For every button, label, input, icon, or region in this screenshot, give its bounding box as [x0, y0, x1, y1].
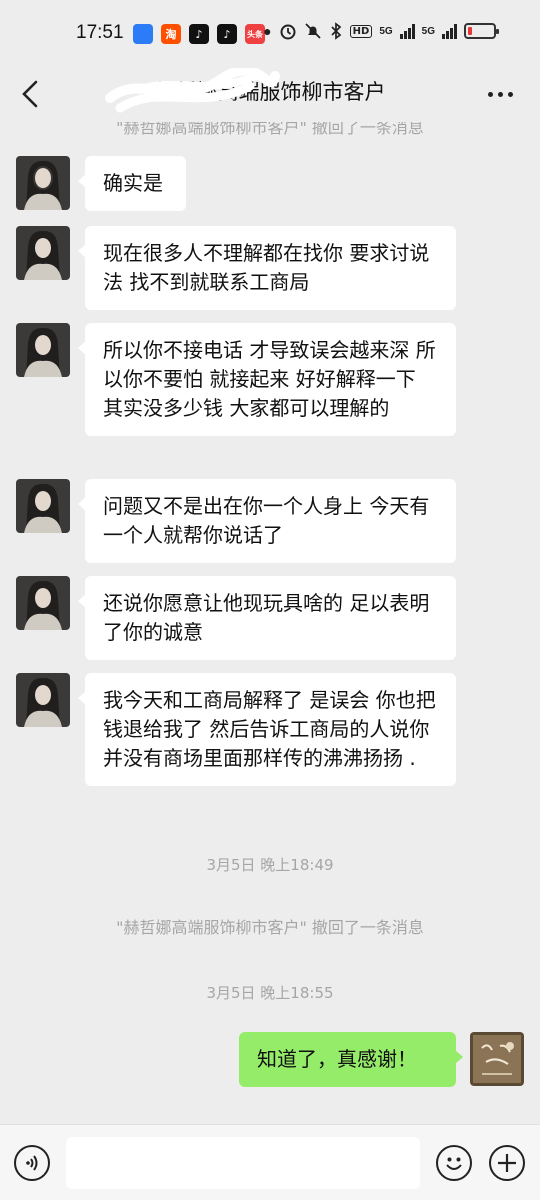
taobao-icon: 淘 [161, 24, 181, 44]
message-bubble: 问题又不是出在你一个人身上 今天有一个人就帮你说话了 [78, 479, 456, 563]
system-icons: ● HD 5G 5G [263, 22, 499, 40]
emoji-icon[interactable] [436, 1145, 472, 1181]
message-bubble: 现在很多人不理解都在找你 要求讨说法 找不到就联系工商局 [78, 226, 456, 310]
message-bubble: 所以你不接电话 才导致误会越来深 所以你不要怕 就接起来 好好解释一下 其实没多… [78, 323, 456, 436]
contact-avatar[interactable] [16, 479, 70, 533]
chat-area: "赫哲娜高端服饰柳市客户" 撤回了一条消息 确实是 现在很多人不理解都在找你 要… [0, 122, 540, 1124]
douyin-icon: ♪ [189, 24, 209, 44]
battery-icon [464, 23, 499, 39]
network-label-2: 5G [421, 25, 435, 37]
contact-avatar[interactable] [16, 673, 70, 727]
voice-icon[interactable] [14, 1145, 50, 1181]
more-options-icon[interactable] [482, 76, 518, 112]
input-bar [0, 1124, 540, 1200]
plus-icon[interactable] [489, 1145, 525, 1181]
my-avatar[interactable] [470, 1032, 524, 1086]
dot-icon: ● [263, 23, 272, 39]
network-label-1: 5G [379, 25, 393, 37]
bluetooth-icon [331, 22, 341, 40]
sent-message-bubble: 知道了，真感谢！ [239, 1032, 463, 1087]
message-bubble: 我今天和工商局解释了 是误会 你也把钱退给我了 然后告诉工商局的人说你并没有商场… [78, 673, 456, 786]
signal-icon [442, 23, 457, 39]
recall-notice: "赫哲娜高端服饰柳市客户" 撤回了一条消息 [116, 918, 424, 937]
timestamp: 3月5日 晚上18:49 [206, 856, 334, 874]
chat-header: 赫哲娜高端服饰柳市客户 [0, 68, 540, 122]
notification-icons: 淘 ♪ ♪ 头条 [133, 24, 265, 44]
mute-bell-icon [305, 23, 321, 39]
message-input[interactable] [66, 1137, 420, 1189]
status-time: 17:51 [76, 22, 124, 43]
contact-avatar[interactable] [16, 226, 70, 280]
hd-badge: HD [349, 24, 373, 38]
signal-icon [399, 23, 415, 39]
alarm-icon [280, 24, 296, 40]
recall-notice: "赫哲娜高端服饰柳市客户" 撤回了一条消息 [116, 122, 424, 137]
timestamp: 3月5日 晚上18:55 [206, 984, 334, 1002]
status-bar: 17:51 淘 ♪ ♪ 头条 ● HD 5G 5G [0, 0, 540, 68]
contact-avatar[interactable] [16, 576, 70, 630]
contact-avatar[interactable] [16, 156, 70, 210]
blue-app-icon [133, 24, 153, 44]
toutiao-icon: 头条 [245, 24, 265, 44]
message-bubble: 确实是 [78, 156, 186, 211]
message-bubble: 还说你愿意让他现玩具啥的 足以表明了你的诚意 [78, 576, 456, 660]
douyin-icon: ♪ [217, 24, 237, 44]
redaction-scribble [105, 68, 280, 113]
contact-avatar[interactable] [16, 323, 70, 377]
